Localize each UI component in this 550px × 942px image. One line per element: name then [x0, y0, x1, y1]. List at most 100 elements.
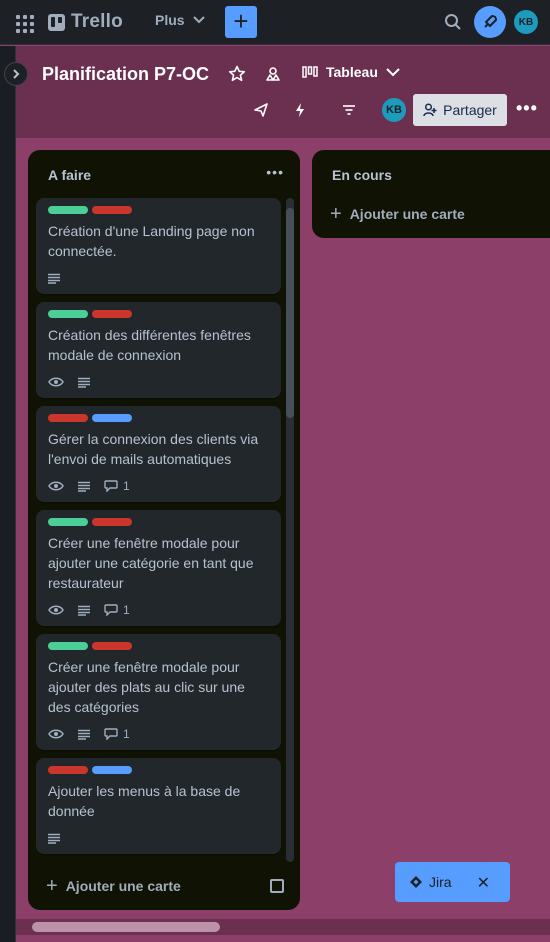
star-icon[interactable]: [228, 65, 246, 83]
card-title: Créer une fenêtre modale pour ajouter un…: [48, 535, 254, 591]
jira-button[interactable]: Jira ✕: [395, 862, 510, 902]
add-card-button[interactable]: + Ajouter une carte: [46, 875, 181, 897]
comment-count: 1: [123, 603, 130, 617]
card-container: Création d'une Landing page non connecté…: [36, 198, 284, 858]
account-avatar[interactable]: KB: [514, 10, 538, 34]
card-label[interactable]: [48, 766, 88, 774]
card-label[interactable]: [92, 766, 132, 774]
description-icon: [78, 605, 90, 616]
chevron-down-icon: [386, 67, 400, 76]
list-actions-button[interactable]: •••: [266, 164, 284, 180]
list-title[interactable]: A faire: [48, 167, 91, 183]
watching-icon: [48, 480, 64, 492]
chevron-down-icon: [192, 16, 205, 24]
jira-icon: [410, 876, 422, 888]
create-button[interactable]: +: [225, 6, 257, 38]
close-icon[interactable]: ✕: [477, 873, 490, 893]
add-card-label: Ajouter une carte: [65, 878, 181, 894]
jira-label: Jira: [429, 874, 452, 890]
card-label[interactable]: [48, 310, 88, 318]
board-scrollbar-thumb[interactable]: [32, 922, 220, 932]
sidebar-collapsed: [0, 46, 16, 942]
card-title: Gérer la connexion des clients via l'env…: [48, 431, 259, 467]
comment-icon: [104, 480, 118, 492]
power-ups-icon[interactable]: [252, 101, 270, 119]
comments-badge: 1: [104, 479, 130, 493]
share-label: Partager: [443, 102, 497, 118]
card-labels: [48, 206, 269, 214]
card-badges: [48, 829, 269, 847]
card-labels: [48, 310, 269, 318]
top-nav: Trello Plus + KB: [0, 0, 550, 45]
list-a-faire: A faire ••• Création d'une Landing page …: [28, 150, 300, 910]
rocket-icon: [484, 15, 497, 28]
plus-icon: +: [330, 203, 342, 225]
search-icon[interactable]: [444, 13, 462, 31]
card-badges: [48, 269, 269, 287]
comments-badge: 1: [104, 727, 130, 741]
card-badges: 1: [48, 725, 269, 743]
card-label[interactable]: [92, 518, 132, 526]
card-label[interactable]: [92, 414, 132, 422]
list-scrollbar[interactable]: [286, 198, 294, 862]
watching-icon: [48, 376, 64, 388]
board-header: Planification P7-OC Tableau KB Partager …: [16, 46, 550, 138]
app-switcher-icon[interactable]: [14, 13, 34, 33]
card-label[interactable]: [48, 414, 88, 422]
workspace-visibility-icon[interactable]: [264, 65, 282, 83]
card-labels: [48, 414, 269, 422]
board-view-switcher[interactable]: Tableau: [302, 64, 400, 80]
card-title: Ajouter les menus à la base de donnée: [48, 783, 241, 819]
description-icon: [48, 273, 60, 284]
list-title[interactable]: En cours: [332, 167, 392, 183]
board-view-icon: [302, 66, 318, 78]
board-title[interactable]: Planification P7-OC: [42, 64, 209, 85]
card-labels: [48, 766, 269, 774]
card-badges: 1: [48, 477, 269, 495]
comment-count: 1: [123, 727, 130, 741]
card-labels: [48, 642, 269, 650]
card[interactable]: Créer une fenêtre modale pour ajouter un…: [36, 510, 281, 626]
add-card-button[interactable]: + Ajouter une carte: [330, 203, 465, 225]
trello-logo-icon: [48, 13, 65, 31]
description-icon: [48, 833, 60, 844]
comment-count: 1: [123, 479, 130, 493]
board-member-avatar[interactable]: KB: [380, 96, 408, 124]
card-label[interactable]: [48, 642, 88, 650]
card-label[interactable]: [92, 310, 132, 318]
board-view-label: Tableau: [326, 64, 378, 80]
trello-logo[interactable]: Trello: [48, 11, 123, 33]
card[interactable]: Créer une fenêtre modale pour ajouter de…: [36, 634, 281, 750]
description-icon: [78, 377, 90, 388]
card-title: Créer une fenêtre modale pour ajouter de…: [48, 659, 245, 715]
comments-badge: 1: [104, 603, 130, 617]
share-button[interactable]: Partager: [413, 94, 507, 126]
plus-menu-label: Plus: [155, 12, 185, 28]
card-label[interactable]: [48, 206, 88, 214]
filter-icon[interactable]: [340, 101, 358, 119]
add-member-icon: [423, 103, 437, 117]
board-menu-button[interactable]: •••: [516, 98, 538, 119]
card[interactable]: Ajouter les menus à la base de donnée: [36, 758, 281, 854]
expand-sidebar-button[interactable]: [4, 62, 28, 86]
card[interactable]: Gérer la connexion des clients via l'env…: [36, 406, 281, 502]
board-scrollbar[interactable]: [16, 919, 550, 935]
card-badges: [48, 373, 269, 391]
card-label[interactable]: [92, 206, 132, 214]
card[interactable]: Création des différentes fenêtres modale…: [36, 302, 281, 398]
app-name: Trello: [71, 11, 123, 32]
chevron-right-icon: [13, 69, 20, 79]
plus-menu-button[interactable]: Plus: [155, 12, 205, 28]
automation-icon[interactable]: [291, 101, 309, 119]
card-labels: [48, 518, 269, 526]
list-scrollbar-thumb[interactable]: [286, 208, 294, 418]
plus-icon: +: [46, 875, 58, 897]
card-label[interactable]: [92, 642, 132, 650]
card-badges: 1: [48, 601, 269, 619]
card-title: Création d'une Landing page non connecté…: [48, 223, 255, 259]
card-template-icon[interactable]: [270, 879, 284, 893]
card[interactable]: Création d'une Landing page non connecté…: [36, 198, 281, 294]
rocket-button[interactable]: [474, 6, 506, 38]
card-label[interactable]: [48, 518, 88, 526]
description-icon: [78, 729, 90, 740]
